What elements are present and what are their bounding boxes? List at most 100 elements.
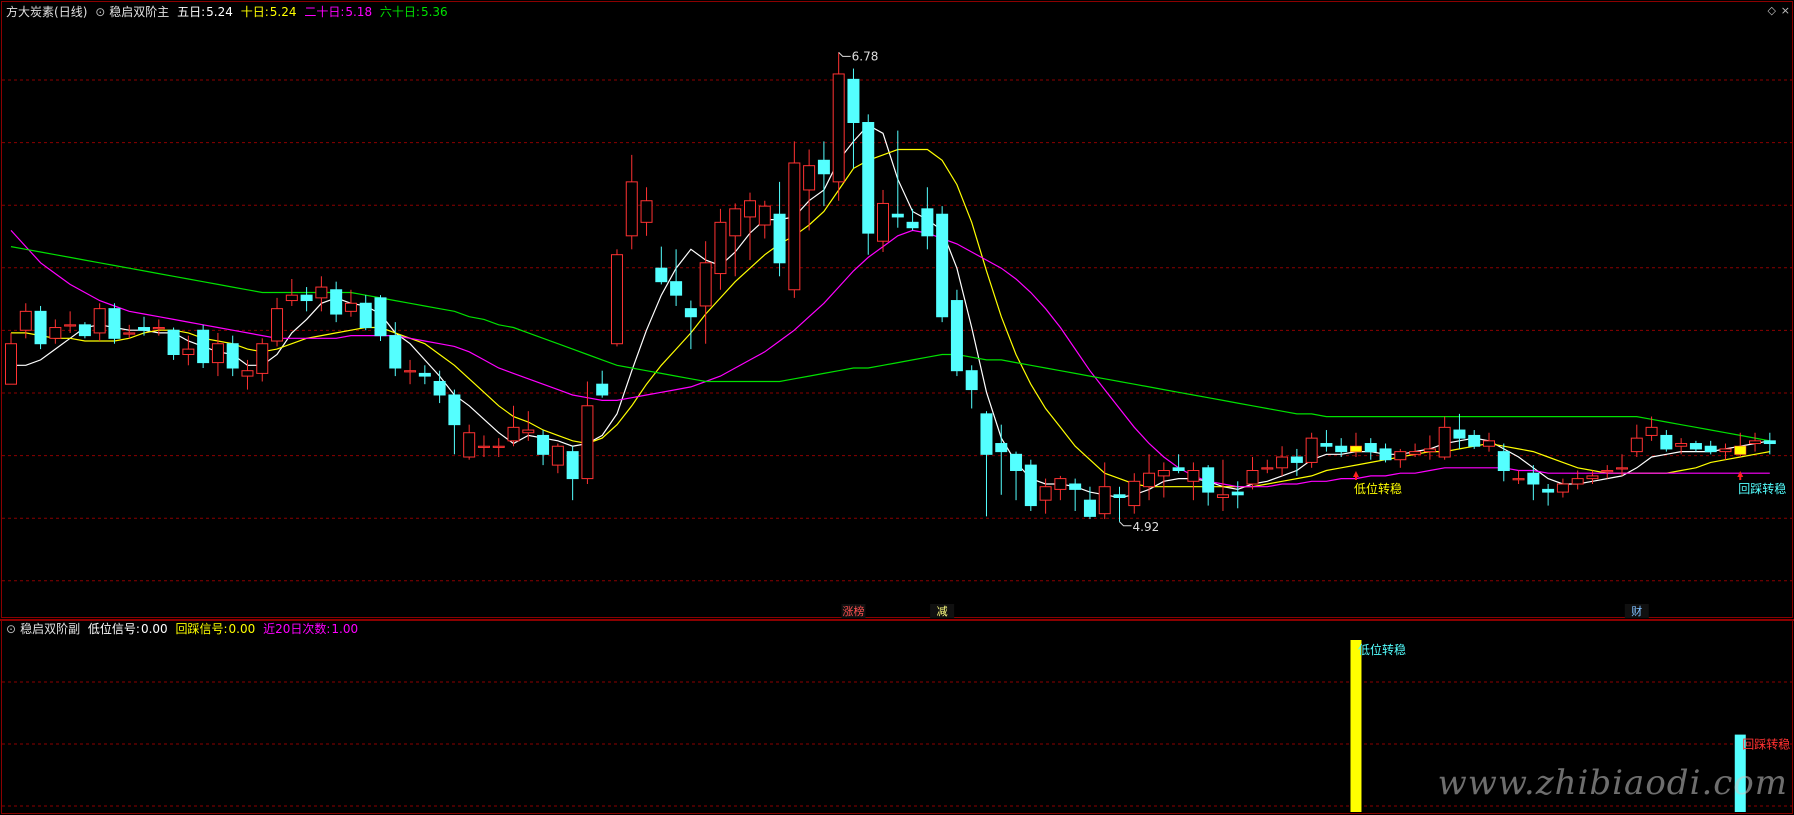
candle-body-down [862,122,875,234]
candle [1069,478,1082,511]
candle-body-up [19,310,32,331]
candle-body-down [965,370,978,391]
sub-chart-header: ⊙ 稳启双阶副 低位信号:0.00 回踩信号:0.00 近20日次数:1.00 [6,622,362,636]
candle-body-down [906,221,919,229]
candle-body-up [832,73,845,183]
candle-body-down [596,383,609,396]
candle-body-up [1054,478,1067,490]
candle-body-down [1083,499,1096,517]
candle-body-down [1335,445,1348,453]
chart-canvas[interactable]: 6.784.92低位转稳 回踩转稳涨榜减财低位转稳回踩转稳 [0,0,1794,815]
stock-name: 方大炭素 [6,5,55,19]
candle [936,206,949,323]
ma5-label: 五日: [177,5,206,19]
candle-body-down [300,294,313,302]
candle-body-up [463,432,476,458]
sub-indicator-name[interactable]: 稳启双阶副 [20,622,80,636]
candle [1438,416,1451,460]
candle [1394,448,1407,468]
candle-body-up [182,348,195,356]
main-indicator-name[interactable]: 稳启双阶主 [109,5,169,19]
low-signal-value: 0.00 [140,622,168,636]
candle [744,192,756,261]
candle-body-up [315,286,328,299]
candle [108,303,121,344]
candle-body-down [448,394,461,426]
diamond-icon[interactable]: ◇ [1768,4,1776,17]
candle [226,335,239,377]
candle-body-down [1542,488,1555,493]
candle [655,246,668,285]
candle-body-up [1143,472,1156,488]
candle [1098,462,1111,520]
candle [1187,462,1200,501]
candle [1128,473,1141,514]
ma20-value: 5.18 [345,5,373,19]
event-tag-0: 涨榜 [842,604,864,618]
candle [1276,446,1289,476]
candle [1246,457,1259,490]
ma-line-3 [10,246,1770,442]
candle-body-up [152,327,165,330]
candle-body-down [891,213,904,218]
candle-body-up [1276,456,1289,469]
candle-body-down [936,213,949,318]
candle-body-down [566,451,579,480]
candle-body-up [1571,478,1584,485]
candle [492,438,505,458]
candle-body-down [34,310,47,345]
candle [862,114,875,255]
candle-body-down [330,289,343,315]
candle-body-down [108,308,121,339]
candle-body-up [1187,470,1200,482]
candle [433,370,446,404]
candle [1113,486,1126,522]
candle [625,154,638,250]
candle [64,311,77,333]
signal-arrow-icon [1737,471,1744,478]
candle-body-up [729,208,742,237]
candle [1497,443,1510,482]
candle [773,181,786,277]
candle [803,149,816,231]
candle [1689,440,1702,452]
candle-body-up [507,426,520,442]
sub-indicator-toggle-icon[interactable]: ⊙ [6,622,16,636]
candle-body-up [1719,448,1732,453]
candle [684,300,697,350]
candle-body-up [477,445,490,448]
candle [1320,430,1333,452]
candle-body-down [684,308,697,318]
candle-body-down [1231,491,1244,496]
close-icon[interactable]: × [1781,4,1790,17]
candle [256,338,269,382]
candle [1202,465,1215,506]
low-marker-label: 4.92 [1133,520,1160,534]
candle [551,443,564,474]
candle-body-down [389,335,402,369]
candlesticks [5,52,1776,522]
candle [1749,432,1762,452]
candle [1453,413,1466,449]
candle-body-down [167,329,180,356]
candle-body-down [226,343,239,369]
indicator-toggle-icon[interactable]: ⊙ [95,5,105,19]
candle [78,322,91,339]
candle-body-down [1172,467,1185,472]
candle-body-down [1069,483,1082,490]
candle-body-up [877,202,890,242]
candle-body-up [5,343,17,385]
candle [832,52,845,201]
ma20-label: 二十日: [304,5,345,19]
candle-body-up [1394,451,1407,461]
candle-body-up [581,405,594,480]
candle-body-down [1497,451,1510,472]
candle-body-up [1157,470,1170,477]
candle-body-up [1039,486,1052,501]
candle-body-up [1128,480,1141,507]
main-chart-header: 方大炭素(日线) ⊙ 稳启双阶主 五日:5.24 十日:5.24 二十日:5.18… [6,5,452,19]
candle [1542,484,1555,506]
sub-signal-bar-0 [1350,640,1362,812]
candle [891,130,904,228]
ma-line-2 [10,229,1770,488]
